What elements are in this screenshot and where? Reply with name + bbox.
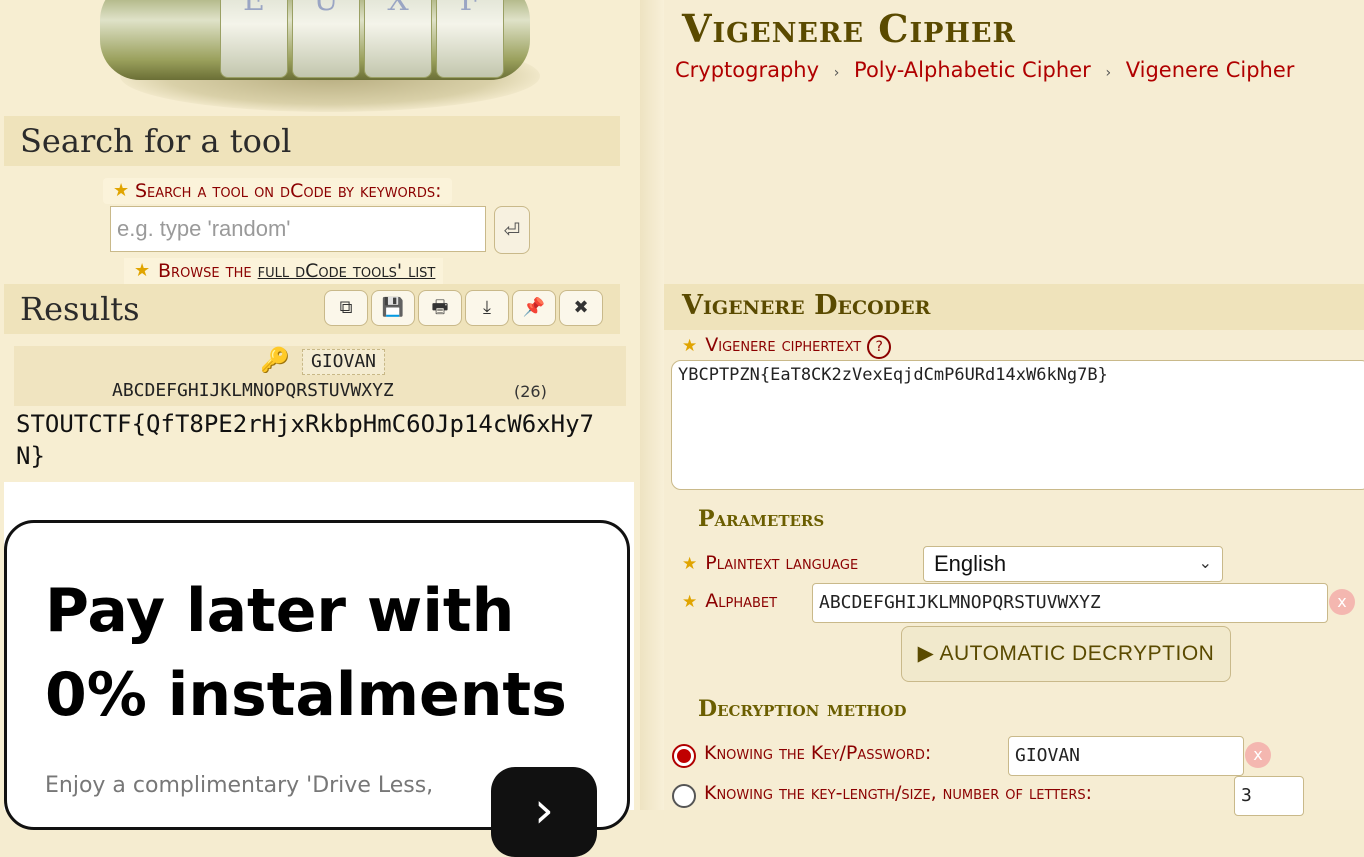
browse-tools-link[interactable]: ★ Browse the full dCode tools' list xyxy=(124,258,444,284)
help-icon[interactable]: ? xyxy=(867,335,892,359)
breadcrumb-vigenere[interactable]: Vigenere Cipher xyxy=(1126,58,1295,82)
copy-icon: ⧉ xyxy=(339,297,353,318)
ciphertext-label: ★ Vigenere ciphertext? xyxy=(682,334,892,359)
ciphertext-label-text: Vigenere ciphertext xyxy=(705,334,862,356)
pin-icon: 📌 xyxy=(522,297,546,318)
logo-ring: X xyxy=(364,0,432,78)
result-alphabet: ABCDEFGHIJKLMNOPQRSTUVWXYZ xyxy=(112,380,394,401)
search-keywords-text: Search a tool on dCode by keywords: xyxy=(135,180,442,202)
star-icon: ★ xyxy=(134,260,151,281)
star-icon: ★ xyxy=(682,592,698,612)
parameters-heading: Parameters xyxy=(698,506,825,532)
automatic-decryption-button[interactable]: ▶ AUTOMATIC DECRYPTION xyxy=(901,626,1231,682)
method-length-label: Knowing the key-length/size, number of l… xyxy=(704,782,1093,804)
alphabet-input[interactable]: ABCDEFGHIJKLMNOPQRSTUVWXYZ xyxy=(812,583,1328,623)
star-icon: ★ xyxy=(682,554,698,574)
chevron-down-icon: ⌄ xyxy=(1198,555,1212,572)
breadcrumb-separator: › xyxy=(833,65,840,81)
ciphertext-input[interactable]: YBCPTPZN{EaT8CK2zVexEqjdCmP6URd14xW6kNg7… xyxy=(671,360,1364,490)
key-length-input[interactable]: 3 xyxy=(1234,776,1304,816)
left-sidebar: E U X F Search for a tool ★ Search a too… xyxy=(0,0,640,857)
pin-button[interactable]: 📌 xyxy=(512,290,556,326)
print-button[interactable]: 🖶 xyxy=(418,290,462,326)
download-icon: ⤓ xyxy=(483,297,491,318)
result-key-box: 🔑 GIOVAN ABCDEFGHIJKLMNOPQRSTUVWXYZ (26) xyxy=(14,346,626,406)
ad-headline: Pay later with 0% instalments xyxy=(45,576,567,730)
copy-button[interactable]: ⧉ xyxy=(324,290,368,326)
dcode-logo: E U X F xyxy=(60,0,550,112)
results-toolbar: ⧉ 💾 🖶 ⤓ 📌 ✖ xyxy=(324,290,606,326)
language-label: ★ Plaintext language xyxy=(682,552,858,574)
page-title: Vigenere Cipher xyxy=(682,6,1016,51)
decryption-method-heading: Decryption method xyxy=(698,696,907,722)
star-icon: ★ xyxy=(113,180,130,201)
browse-prefix: Browse the xyxy=(158,260,252,282)
column-divider xyxy=(640,0,664,810)
search-heading: Search for a tool xyxy=(20,122,292,160)
search-input[interactable] xyxy=(110,206,486,252)
ad-subtext: Enjoy a complimentary 'Drive Less, xyxy=(45,773,434,798)
decoder-header: Vigenere Decoder xyxy=(664,284,1364,330)
search-keywords-label: ★ Search a tool on dCode by keywords: xyxy=(103,178,452,204)
breadcrumb-poly-alphabetic[interactable]: Poly-Alphabetic Cipher xyxy=(854,58,1091,82)
method-key-radio[interactable] xyxy=(672,744,696,768)
breadcrumb: Cryptography › Poly-Alphabetic Cipher › … xyxy=(675,58,1294,82)
decoder-heading: Vigenere Decoder xyxy=(682,290,931,321)
star-icon: ★ xyxy=(682,336,698,356)
advertisement[interactable]: Pay later with 0% instalments Enjoy a co… xyxy=(4,520,630,857)
language-select[interactable]: English ⌄ xyxy=(923,546,1223,582)
breadcrumb-cryptography[interactable]: Cryptography xyxy=(675,58,819,82)
chevron-right-icon: › xyxy=(534,781,554,839)
close-button[interactable]: ✖ xyxy=(559,290,603,326)
ad-arrow-button[interactable]: › xyxy=(491,767,597,857)
search-submit-button[interactable]: ⏎ xyxy=(494,206,530,254)
clear-alphabet-button[interactable]: x xyxy=(1329,589,1355,615)
close-icon: ✖ xyxy=(573,297,589,318)
logo-ring: F xyxy=(436,0,504,78)
language-label-text: Plaintext language xyxy=(705,552,859,574)
result-key: GIOVAN xyxy=(302,349,386,375)
full-tools-list-link[interactable]: full dCode tools' list xyxy=(258,260,436,282)
download-button[interactable]: ⤓ xyxy=(465,290,509,326)
save-icon: 💾 xyxy=(381,297,405,318)
breadcrumb-separator: › xyxy=(1105,65,1112,81)
result-plaintext: STOUTCTF{QfT8PE2rHjxRkbpHmC6OJp14cW6xHy7… xyxy=(16,410,594,470)
clear-key-button[interactable]: x xyxy=(1245,742,1271,768)
method-length-radio[interactable] xyxy=(672,784,696,808)
logo-ring: E xyxy=(220,0,288,78)
method-key-label: Knowing the Key/Password: xyxy=(704,742,932,764)
result-alphabet-count: (26) xyxy=(514,382,547,401)
search-section-header: Search for a tool xyxy=(4,116,620,166)
alphabet-label-text: Alphabet xyxy=(705,590,778,612)
language-value: English xyxy=(934,551,1007,576)
alphabet-label: ★ Alphabet xyxy=(682,590,777,612)
enter-icon: ⏎ xyxy=(503,218,521,242)
save-button[interactable]: 💾 xyxy=(371,290,415,326)
print-icon: 🖶 xyxy=(431,297,449,318)
key-input[interactable]: GIOVAN xyxy=(1008,736,1244,776)
main-content: Vigenere Cipher Cryptography › Poly-Alph… xyxy=(664,0,1364,816)
results-heading: Results xyxy=(20,290,140,328)
key-icon: 🔑 xyxy=(260,346,290,374)
logo-ring: U xyxy=(292,0,360,78)
